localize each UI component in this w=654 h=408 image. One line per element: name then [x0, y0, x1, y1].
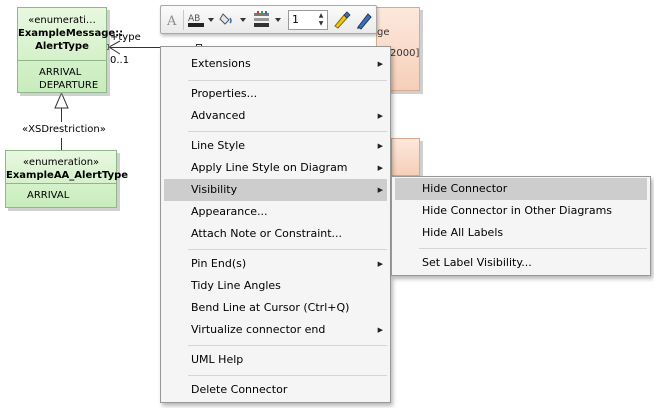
class-stereotype: «enumeration»: [22, 157, 100, 168]
submenu-item-hide-connector[interactable]: Hide Connector: [395, 178, 647, 200]
menu-item-label: Set Label Visibility...: [422, 256, 532, 269]
generalization-stereotype-label[interactable]: «XSDrestriction»: [22, 124, 106, 135]
font-color-icon[interactable]: AB: [187, 10, 215, 30]
fill-color-icon[interactable]: [219, 10, 247, 30]
submenu-arrow-icon: ▶: [377, 326, 383, 334]
menu-item-label: Hide Connector in Other Diagrams: [422, 204, 613, 217]
menu-item-label: Hide All Labels: [422, 226, 504, 239]
menu-separator: [188, 249, 387, 250]
menu-item-label: Delete Connector: [191, 383, 288, 396]
menu-item-delete-connector[interactable]: Delete Connector: [164, 379, 387, 401]
spinner-arrows-icon[interactable]: ▲ ▼: [316, 12, 326, 28]
format-painter-icon[interactable]: [332, 10, 352, 30]
submenu-arrow-icon: ▶: [377, 60, 383, 68]
menu-item-label: Advanced: [191, 109, 246, 122]
multiplicity-label[interactable]: 0..1: [110, 55, 129, 66]
menu-item-label: Line Style: [191, 139, 246, 152]
line-width-value: 1: [292, 13, 299, 26]
attribute-compartment: ARRIVAL: [6, 184, 116, 202]
class-name-line2: AlertType: [35, 41, 89, 52]
line-color-icon[interactable]: [253, 10, 283, 30]
menu-item-virtualize-connector-end[interactable]: Virtualize connector end ▶: [164, 319, 387, 341]
menu-item-apply-line-style[interactable]: Apply Line Style on Diagram ▶: [164, 157, 387, 179]
menu-item-label: Tidy Line Angles: [191, 279, 281, 292]
attribute-compartment: ARRIVAL DEPARTURE: [18, 61, 106, 92]
submenu-item-hide-in-other-diagrams[interactable]: Hide Connector in Other Diagrams: [395, 200, 647, 222]
menu-item-label: Attach Note or Constraint...: [191, 227, 343, 240]
menu-item-bend-line[interactable]: Bend Line at Cursor (Ctrl+Q): [164, 297, 387, 319]
class-header: «enumeration» ExampleAA_AlertType: [6, 151, 129, 183]
submenu-arrow-icon: ▶: [377, 186, 383, 194]
menu-item-visibility[interactable]: Visibility ▶: [164, 179, 387, 201]
menu-item-label: Apply Line Style on Diagram: [191, 161, 348, 174]
visibility-submenu: Hide Connector Hide Connector in Other D…: [391, 176, 651, 276]
menu-item-label: Virtualize connector end: [191, 323, 326, 336]
enum-literal: DEPARTURE: [39, 80, 99, 91]
menu-item-label: Properties...: [191, 87, 258, 100]
menu-item-label: Visibility: [191, 183, 238, 196]
menu-item-label: Extensions: [191, 57, 251, 70]
menu-separator: [188, 131, 387, 132]
class-name: ExampleAA_AlertType: [6, 170, 129, 181]
menu-item-pin-ends[interactable]: Pin End(s) ▶: [164, 253, 387, 275]
menu-item-uml-help[interactable]: UML Help: [164, 349, 387, 371]
generalization-connector[interactable]: [50, 92, 74, 152]
submenu-arrow-icon: ▶: [377, 142, 383, 150]
menu-item-appearance[interactable]: Appearance...: [164, 201, 387, 223]
menu-item-label: UML Help: [191, 353, 244, 366]
menu-item-label: Appearance...: [191, 205, 268, 218]
menu-item-line-style[interactable]: Line Style ▶: [164, 135, 387, 157]
menu-item-tidy-line-angles[interactable]: Tidy Line Angles: [164, 275, 387, 297]
menu-item-attach-note[interactable]: Attach Note or Constraint...: [164, 223, 387, 245]
menu-item-label: Pin End(s): [191, 257, 247, 270]
submenu-arrow-icon: ▶: [377, 112, 383, 120]
menu-separator: [188, 375, 387, 376]
background-class-box-2[interactable]: [391, 138, 420, 176]
enum-literal: ARRIVAL: [39, 67, 82, 78]
menu-separator: [188, 80, 387, 81]
class-exampleaa-alerttype[interactable]: «enumeration» ExampleAA_AlertType ARRIVA…: [5, 150, 129, 208]
menu-item-extensions[interactable]: Extensions ▶: [164, 53, 387, 75]
menu-separator: [419, 248, 647, 249]
submenu-arrow-icon: ▶: [377, 260, 383, 268]
menu-separator: [188, 345, 387, 346]
font-icon[interactable]: A: [165, 10, 181, 30]
class-stereotype: «enumerati…: [28, 15, 96, 26]
menu-item-label: Hide Connector: [422, 182, 508, 195]
svg-text:A: A: [166, 14, 177, 27]
enum-literal: ARRIVAL: [27, 190, 70, 201]
background-class-text: 2000]: [390, 48, 420, 59]
class-header: «enumerati… ExampleMessage:: AlertType: [18, 8, 124, 60]
class-alerttype[interactable]: «enumerati… ExampleMessage:: AlertType A…: [17, 7, 124, 93]
class-name-line1: ExampleMessage::: [18, 28, 124, 39]
svg-text:AB: AB: [188, 14, 200, 24]
pen-icon[interactable]: [354, 10, 374, 30]
menu-item-label: Bend Line at Cursor (Ctrl+Q): [191, 301, 350, 314]
submenu-item-hide-all-labels[interactable]: Hide All Labels: [395, 222, 647, 244]
connector-context-menu: Extensions ▶ Properties... Advanced ▶ Line…: [160, 46, 391, 403]
submenu-arrow-icon: ▶: [377, 164, 383, 172]
menu-item-properties[interactable]: Properties...: [164, 83, 387, 105]
menu-item-advanced[interactable]: Advanced ▶: [164, 105, 387, 127]
quick-format-toolbar: A AB 1 ▲ ▼: [160, 5, 377, 34]
background-class-text: ge: [377, 27, 390, 38]
submenu-item-set-label-visibility[interactable]: Set Label Visibility...: [395, 252, 647, 274]
toolbar-separator: [183, 10, 184, 30]
line-width-spinner[interactable]: 1 ▲ ▼: [288, 10, 328, 30]
